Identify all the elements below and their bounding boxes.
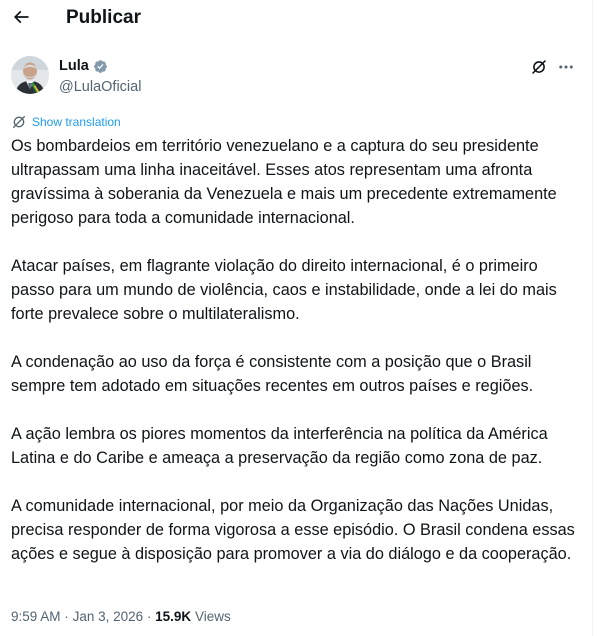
post-meta: 9:59 AM · Jan 3, 2026 · 15.9K Views: [11, 608, 231, 626]
views-label: Views: [194, 609, 231, 624]
meta-separator: ·: [64, 609, 69, 624]
post-paragraph: Os bombardeios em território venezuelano…: [11, 137, 557, 227]
grok-icon: [532, 60, 546, 74]
post-paragraph: A comunidade internacional, por meio da …: [11, 497, 575, 563]
arrow-left-icon: [13, 10, 29, 24]
avatar[interactable]: [11, 56, 49, 94]
post-paragraph: A ação lembra os piores momentos da inte…: [11, 425, 548, 467]
post-text: Os bombardeios em território venezuelano…: [11, 134, 583, 566]
author-display-name[interactable]: Lula: [59, 57, 89, 75]
post-paragraph: A condenação ao uso da força é consisten…: [11, 353, 534, 395]
post-time[interactable]: 9:59 AM: [11, 609, 61, 624]
views-count: 15.9K: [155, 609, 192, 624]
translate-globe-icon: [13, 116, 25, 128]
verified-badge-icon[interactable]: [93, 59, 108, 74]
meta-separator: ·: [146, 609, 152, 624]
page-title: Publicar: [66, 7, 141, 28]
show-translation-link[interactable]: Show translation: [11, 114, 121, 130]
avatar-image: [11, 56, 49, 94]
post-date[interactable]: Jan 3, 2026: [73, 609, 144, 624]
column-border: [592, 0, 593, 636]
post-paragraph: Atacar países, em flagrante violação do …: [11, 257, 557, 323]
post-header: Publicar: [0, 0, 592, 38]
more-horizontal-icon: [559, 65, 573, 69]
show-translation-label: Show translation: [32, 115, 121, 129]
back-button[interactable]: [10, 6, 32, 28]
author-handle[interactable]: @LulaOficial: [59, 79, 141, 96]
grok-button[interactable]: [529, 57, 549, 77]
more-button[interactable]: [556, 57, 576, 77]
author-name-row: Lula: [59, 57, 108, 75]
